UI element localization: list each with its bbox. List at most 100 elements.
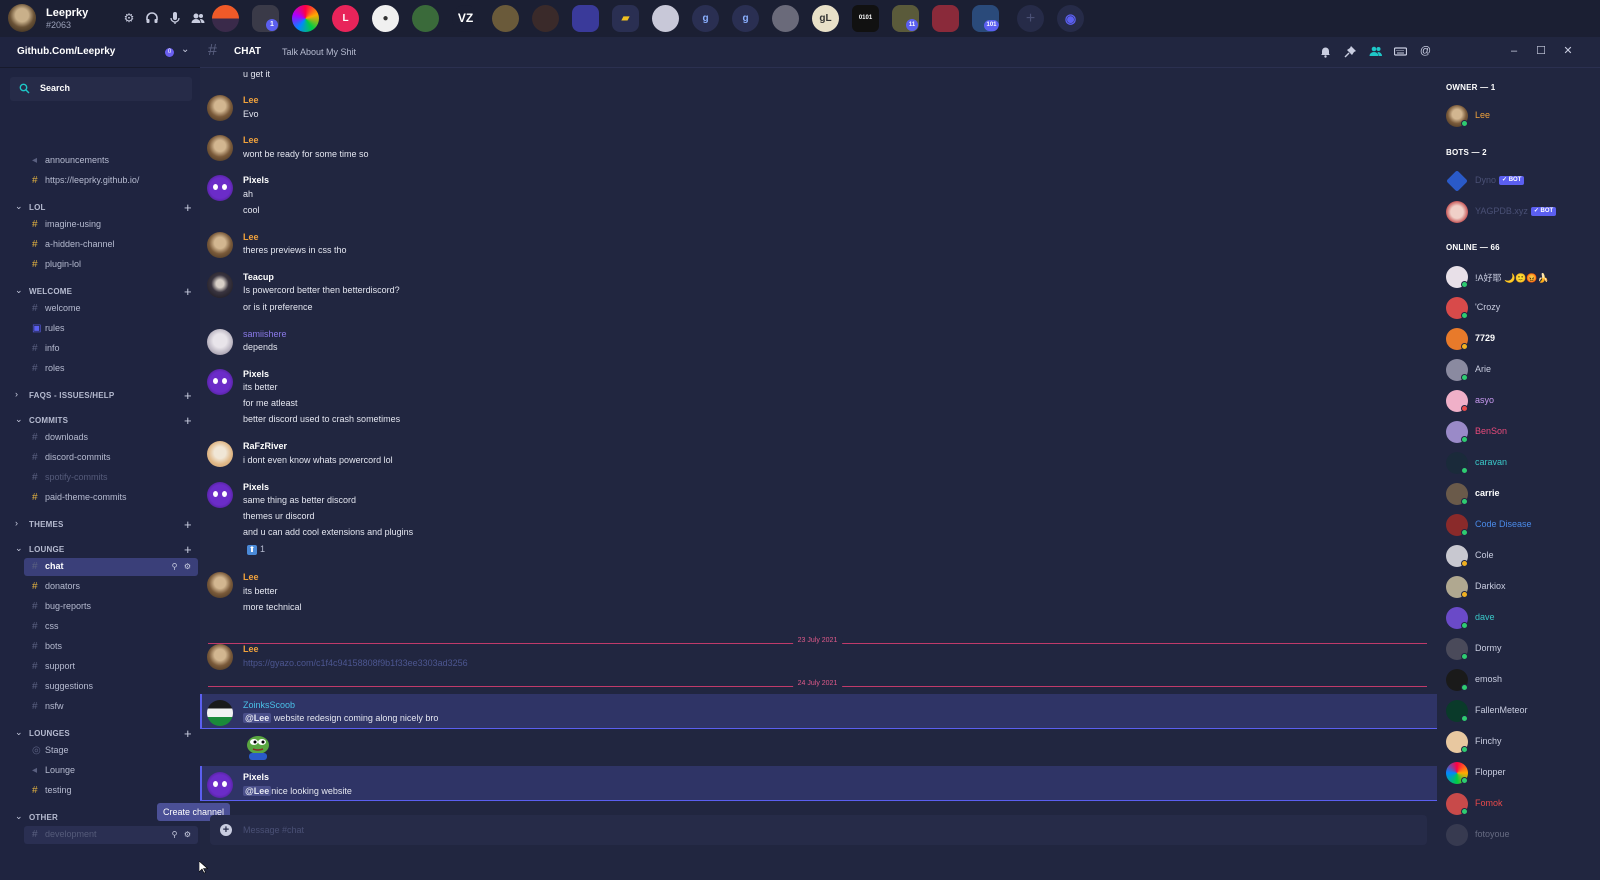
member-item[interactable]: Dyno ✓ BOT [1446, 170, 1596, 194]
invite-user-icon[interactable]: ⚲ [170, 562, 179, 571]
channel-testing[interactable]: # testing [24, 782, 198, 800]
message-author[interactable]: Lee [243, 95, 259, 105]
server-icon-sunset[interactable] [212, 5, 239, 32]
channel-roles[interactable]: # roles [24, 360, 198, 378]
user-avatar[interactable] [207, 700, 233, 726]
invite-user-icon[interactable]: ⚲ [170, 830, 179, 839]
member-item[interactable]: 7729 [1446, 328, 1596, 352]
server-icon-robot[interactable]: 1 [252, 5, 279, 32]
member-item[interactable]: BenSon [1446, 421, 1596, 445]
category-themes[interactable]: › THEMES + [15, 517, 195, 532]
member-item[interactable]: Arie [1446, 359, 1596, 383]
add-attachment-plus-icon[interactable]: + [220, 824, 232, 836]
channel-bug-reports[interactable]: # bug-reports [24, 598, 198, 616]
server-icon-red-l[interactable]: L [332, 5, 359, 32]
microphone-icon[interactable] [168, 11, 182, 25]
category-lounge[interactable]: ⌄ LOUNGE + [15, 542, 195, 557]
user-avatar[interactable] [207, 369, 233, 395]
member-item[interactable]: FallenMeteor [1446, 700, 1596, 724]
message-author[interactable]: Pixels [243, 369, 269, 379]
user-panel[interactable]: Leeprky #2063 [8, 4, 88, 32]
pin-icon[interactable] [1344, 45, 1357, 58]
user-avatar[interactable] [207, 441, 233, 467]
channel-announcements[interactable]: ◂ announcements [24, 152, 198, 170]
member-item[interactable]: carrie [1446, 483, 1596, 507]
user-avatar[interactable] [207, 272, 233, 298]
server-icon-faces[interactable]: 11 [892, 5, 919, 32]
message-author[interactable]: Lee [243, 572, 259, 582]
search-button[interactable]: Search [10, 77, 192, 101]
message-input[interactable] [243, 822, 1393, 838]
server-icon-vz[interactable]: VZ [452, 5, 479, 32]
chevron-down-icon[interactable]: ⌄ [181, 44, 189, 55]
create-channel-plus-icon[interactable]: + [184, 517, 192, 532]
member-item[interactable]: 'Crozy [1446, 297, 1596, 321]
message-author[interactable]: RaFzRiver [243, 441, 287, 451]
channel-support[interactable]: # support [24, 658, 198, 676]
close-icon[interactable]: ✕ [1562, 45, 1574, 57]
server-icon-purple[interactable] [572, 5, 599, 32]
user-mention[interactable]: @Lee [243, 786, 272, 796]
channel-stage[interactable]: ◎ Stage [24, 742, 198, 760]
user-mention[interactable]: @Lee [243, 713, 272, 723]
channel-imagine-using[interactable]: # imagine-using [24, 216, 198, 234]
server-icon-bird[interactable] [772, 5, 799, 32]
server-folder-icon[interactable]: ▰ [612, 5, 639, 32]
channel-development[interactable]: # development ⚲ ⚙ [24, 826, 198, 844]
member-item[interactable]: Darkiox [1446, 576, 1596, 600]
channel-info[interactable]: # info [24, 340, 198, 358]
channel-bots[interactable]: # bots [24, 638, 198, 656]
member-item[interactable]: caravan [1446, 452, 1596, 476]
minimize-icon[interactable]: – [1508, 45, 1520, 57]
member-item[interactable]: YAGPDB.xyz ✓ BOT [1446, 201, 1596, 225]
create-channel-plus-icon[interactable]: + [184, 726, 192, 741]
friends-icon[interactable] [191, 11, 205, 25]
message-author[interactable]: ZoinksScoob [243, 700, 295, 710]
member-item[interactable]: Flopper [1446, 762, 1596, 786]
channel-rules[interactable]: ▣ rules [24, 320, 198, 338]
member-item[interactable]: Code Disease [1446, 514, 1596, 538]
category-welcome[interactable]: ⌄ WELCOME + [15, 284, 195, 299]
member-item[interactable]: asyo [1446, 390, 1596, 414]
channel-downloads[interactable]: # downloads [24, 429, 198, 447]
message-author[interactable]: Lee [243, 135, 259, 145]
create-channel-plus-icon[interactable]: + [184, 542, 192, 557]
reaction-chip[interactable]: ⬆ 1 [243, 542, 269, 556]
add-server-icon[interactable]: + [1017, 5, 1044, 32]
category-lol[interactable]: ⌄ LOL + [15, 200, 195, 215]
member-item[interactable]: Dormy [1446, 638, 1596, 662]
user-avatar[interactable] [207, 482, 233, 508]
user-avatar[interactable] [207, 232, 233, 258]
settings-gear-icon[interactable]: ⚙ [122, 11, 136, 25]
message-author[interactable]: samiishere [243, 329, 287, 339]
message-author[interactable]: Teacup [243, 272, 274, 282]
member-list-icon[interactable] [1369, 45, 1383, 58]
message-author[interactable]: Pixels [243, 175, 269, 185]
channel-settings-gear-icon[interactable]: ⚙ [183, 562, 192, 571]
member-item[interactable]: dave [1446, 607, 1596, 631]
keyboard-icon[interactable] [1393, 45, 1408, 58]
server-icon-pencil[interactable] [652, 5, 679, 32]
category-lounges[interactable]: ⌄ LOUNGES + [15, 726, 195, 741]
channel-donators[interactable]: # donators [24, 578, 198, 596]
create-channel-plus-icon[interactable]: + [184, 388, 192, 403]
server-icon-portrait-2[interactable] [532, 5, 559, 32]
channel-welcome[interactable]: # welcome [24, 300, 198, 318]
server-icon-frog[interactable] [412, 5, 439, 32]
channel-paid-theme-commits[interactable]: # paid-theme-commits [24, 489, 198, 507]
message-author[interactable]: Lee [243, 644, 259, 654]
notification-bell-icon[interactable] [1319, 45, 1332, 58]
mentions-at-icon[interactable]: @ [1419, 45, 1432, 58]
message-author[interactable]: Pixels [243, 482, 269, 492]
message-author[interactable]: Lee [243, 232, 259, 242]
channel-lounge-voice[interactable]: ◂ Lounge [24, 762, 198, 780]
user-avatar[interactable] [207, 95, 233, 121]
user-avatar[interactable] [207, 329, 233, 355]
user-avatar[interactable] [207, 135, 233, 161]
channel-settings-gear-icon[interactable]: ⚙ [183, 830, 192, 839]
user-avatar[interactable] [207, 644, 233, 670]
message-link[interactable]: https://gyazo.com/c1f4c94158808f9b1f33ee… [243, 658, 468, 668]
channel-spotify-commits[interactable]: # spotify-commits [24, 469, 198, 487]
member-item[interactable]: fotoyoue [1446, 824, 1596, 848]
server-icon-gl[interactable]: gL [812, 5, 839, 32]
